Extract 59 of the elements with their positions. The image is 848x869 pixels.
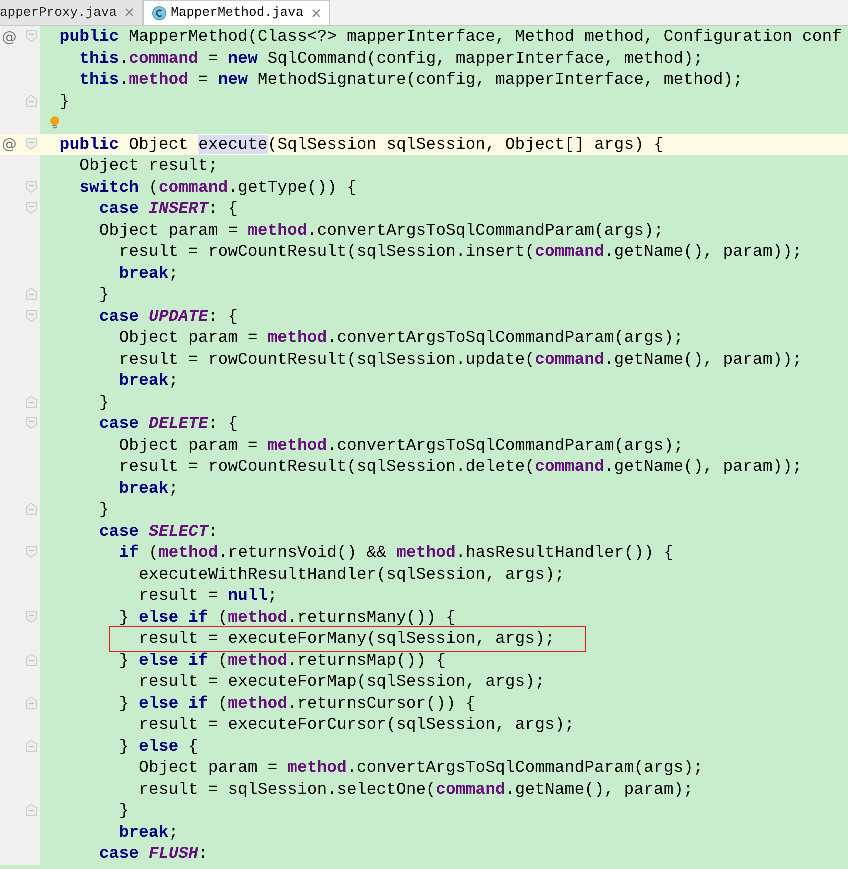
code-line: result = sqlSession.selectOne(command.getName(), param); — [138, 778, 694, 800]
close-icon[interactable] — [125, 8, 134, 17]
code-line: } — [118, 800, 130, 822]
fold-icon[interactable] — [26, 30, 37, 42]
code-line: } else if (method.returnsMany()) { — [118, 606, 456, 628]
code-line: } — [98, 284, 110, 306]
code-line: Object param = method.convertArgsToSqlCommandParam(args); — [118, 434, 684, 456]
code-line: executeWithResultHandler(sqlSession, args); — [138, 564, 565, 585]
lightbulb-icon[interactable] — [50, 116, 60, 130]
code-line: Object param = method.convertArgsToSqlCommandParam(args); — [118, 327, 684, 348]
code-line: } else if (method.returnsCursor()) { — [118, 692, 476, 714]
code-line: if (method.returnsVoid() && method.hasResultHandler()) { — [118, 542, 674, 564]
code-line: break; — [118, 370, 179, 392]
unfold-icon[interactable] — [26, 503, 37, 515]
code-line: } else if (method.returnsMap()) { — [118, 650, 446, 671]
code-line: break; — [118, 478, 179, 499]
fold-icon[interactable] — [26, 610, 37, 622]
unfold-icon[interactable] — [26, 696, 37, 708]
fold-icon[interactable] — [26, 417, 37, 429]
fold-icon[interactable] — [26, 202, 37, 214]
code-line: public Object execute(SqlSession sqlSession, Object[] args) { — [58, 134, 664, 155]
file-tab[interactable]: MapperMethod.java — [143, 0, 330, 25]
code-line: Object param = method.convertArgsToSqlCommandParam(args); — [138, 757, 704, 778]
fold-icon[interactable] — [26, 310, 37, 322]
code-line: result = rowCountResult(sqlSession.update(command.getName(), param)); — [118, 348, 802, 370]
code-line: case FLUSH: — [98, 843, 208, 864]
code-line: } — [98, 392, 110, 413]
close-icon[interactable] — [312, 8, 321, 18]
code-line: result = null; — [138, 585, 278, 606]
override-marker[interactable]: @ — [2, 28, 17, 46]
code-line: case INSERT: { — [98, 198, 238, 220]
code-line: } — [58, 90, 70, 112]
code-line: case SELECT: — [98, 520, 218, 542]
file-tab[interactable]: apperProxy.java — [0, 0, 144, 25]
unfold-icon[interactable] — [26, 654, 37, 666]
code-line: switch (command.getType()) { — [78, 176, 357, 198]
fold-icon[interactable] — [26, 180, 37, 192]
code-line: this.command = new SqlCommand(config, mapperInterface, method); — [78, 48, 704, 69]
code-line: this.method = new MethodSignature(config, mapperInterface, method); — [78, 69, 744, 90]
code-line: result = executeForCursor(sqlSession, args); — [138, 714, 575, 736]
unfold-icon[interactable] — [26, 288, 37, 300]
code-line: break; — [118, 822, 179, 843]
unfold-icon[interactable] — [26, 804, 37, 816]
code-line: Object param = method.convertArgsToSqlCommandParam(args); — [98, 220, 664, 241]
code-line: case UPDATE: { — [98, 306, 238, 327]
code-line: case DELETE: { — [98, 413, 238, 434]
code-line: public MapperMethod(Class<?> mapperInterface, Method method, Configuration conf — [58, 26, 842, 48]
unfold-icon[interactable] — [26, 396, 37, 408]
code-line: Object result; — [78, 155, 218, 176]
fold-icon[interactable] — [26, 546, 37, 558]
code-line: result = rowCountResult(sqlSession.delete(command.getName(), param)); — [118, 456, 802, 478]
unfold-icon[interactable] — [26, 94, 37, 106]
code-line: } else { — [118, 736, 198, 757]
fold-icon[interactable] — [26, 138, 37, 150]
code-line: break; — [118, 262, 179, 284]
code-line: } — [98, 499, 110, 520]
code-line: result = rowCountResult(sqlSession.insert(command.getName(), param)); — [118, 241, 802, 262]
code-line: result = executeForMap(sqlSession, args); — [138, 671, 545, 692]
unfold-icon[interactable] — [26, 740, 37, 752]
